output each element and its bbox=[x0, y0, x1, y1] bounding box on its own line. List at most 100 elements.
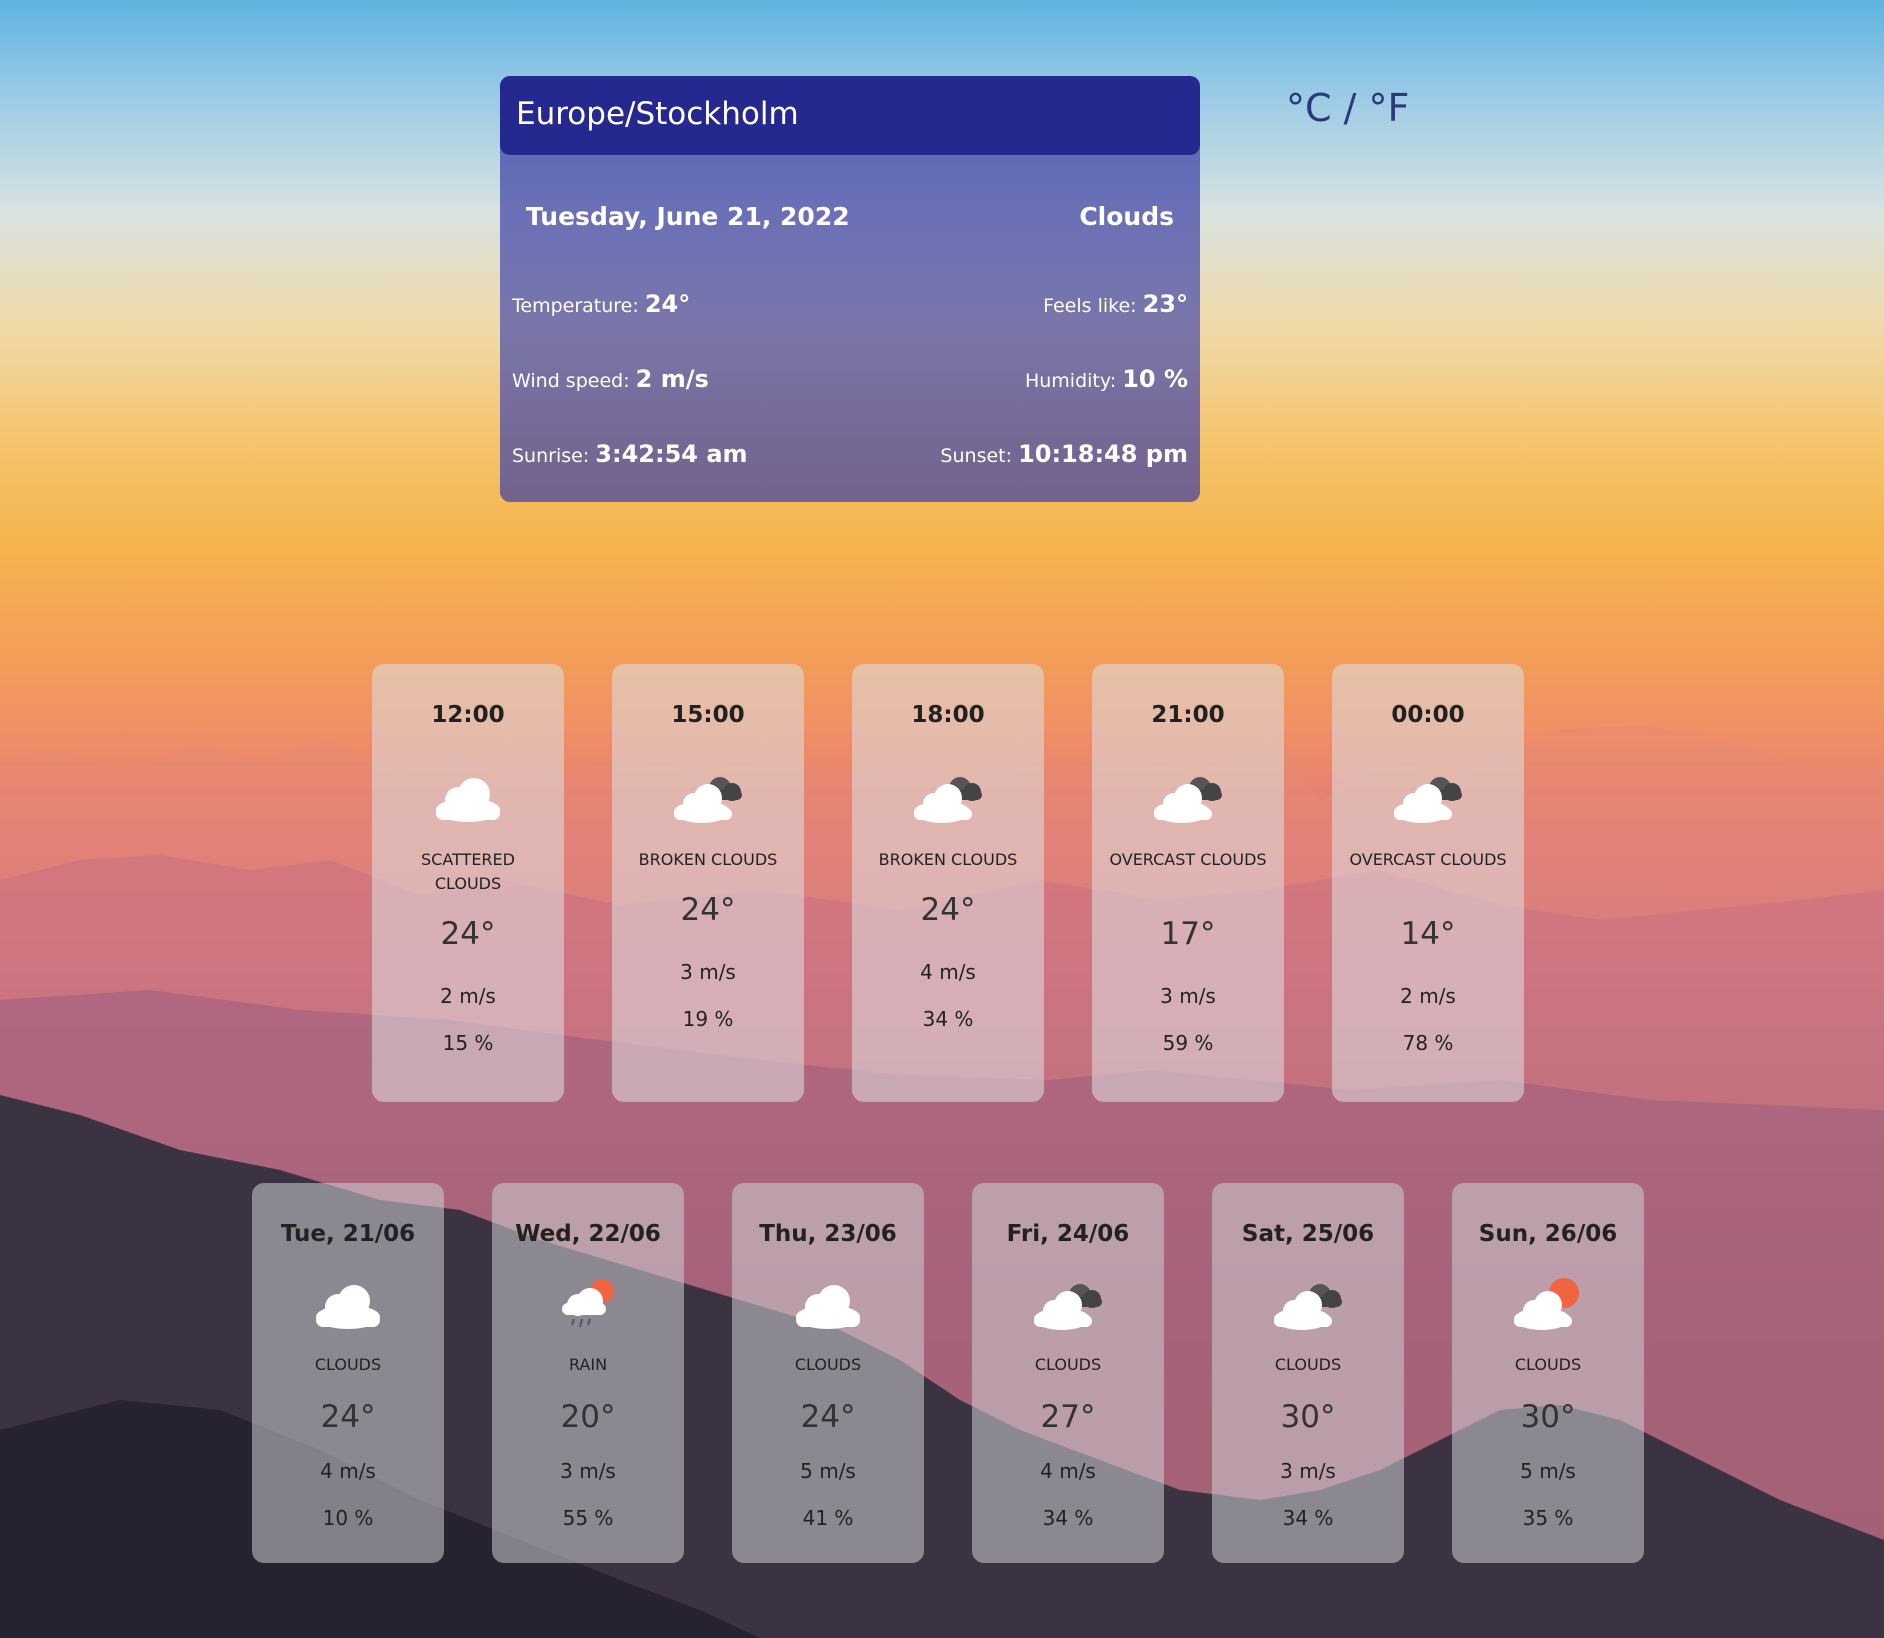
cloud-icon bbox=[428, 768, 508, 824]
sunset-label: Sunset: bbox=[940, 445, 1013, 467]
forecast-description: OVERCAST CLOUDS bbox=[1349, 850, 1507, 869]
forecast-day: Thu, 23/06 bbox=[759, 1221, 897, 1247]
daily-forecast-card: Thu, 23/06 CLOUDS 24° 5 m/s 41 % bbox=[732, 1183, 924, 1563]
broken-clouds-icon bbox=[908, 768, 988, 824]
broken-clouds-icon bbox=[1028, 1275, 1108, 1331]
feels-like-stat: Feels like: 23° bbox=[1043, 290, 1188, 318]
broken-clouds-icon bbox=[1388, 768, 1468, 824]
date-row: Tuesday, June 21, 2022 Clouds bbox=[526, 202, 1174, 238]
hourly-forecast-card: 21:00 OVERCAST CLOUDS 17° 3 m/s 59 % bbox=[1092, 664, 1284, 1102]
forecast-wind: 5 m/s bbox=[800, 1459, 856, 1483]
daily-forecast-card: Sun, 26/06 CLOUDS 30° 5 m/s 35 % bbox=[1452, 1183, 1644, 1563]
sunset-value: 10:18:48 pm bbox=[1018, 440, 1188, 468]
forecast-day: Wed, 22/06 bbox=[515, 1221, 661, 1247]
cloud-icon bbox=[308, 1275, 388, 1331]
forecast-time: 21:00 bbox=[1151, 702, 1225, 728]
sunset-stat: Sunset: 10:18:48 pm bbox=[940, 440, 1188, 468]
forecast-humidity: 35 % bbox=[1522, 1506, 1574, 1530]
forecast-humidity: 78 % bbox=[1402, 1031, 1454, 1055]
location-header: Europe/Stockholm bbox=[500, 76, 1200, 155]
unit-toggle[interactable]: °C / °F bbox=[1286, 86, 1409, 130]
forecast-day: Sat, 25/06 bbox=[1241, 1221, 1375, 1247]
forecast-description: CLOUDS bbox=[1274, 1355, 1342, 1374]
forecast-description: SCATTERED CLOUDS bbox=[421, 850, 515, 893]
forecast-time: 00:00 bbox=[1391, 702, 1465, 728]
hourly-forecast-card: 00:00 OVERCAST CLOUDS 14° 2 m/s 78 % bbox=[1332, 664, 1524, 1102]
city-name: Europe/Stockholm bbox=[516, 96, 799, 132]
temperature-value: 24° bbox=[644, 290, 691, 318]
forecast-time: 15:00 bbox=[671, 702, 745, 728]
current-condition: Clouds bbox=[1079, 202, 1174, 231]
forecast-wind: 3 m/s bbox=[1280, 1459, 1336, 1483]
forecast-wind: 3 m/s bbox=[560, 1459, 616, 1483]
forecast-description: CLOUDS bbox=[1514, 1355, 1582, 1374]
forecast-wind: 4 m/s bbox=[320, 1459, 376, 1483]
wind-label: Wind speed: bbox=[512, 370, 630, 392]
daily-forecast-card: Fri, 24/06 CLOUDS 27° 4 m/s 34 % bbox=[972, 1183, 1164, 1563]
sunrise-stat: Sunrise: 3:42:54 am bbox=[512, 440, 748, 468]
feels-like-value: 23° bbox=[1142, 290, 1188, 318]
forecast-humidity: 41 % bbox=[802, 1506, 854, 1530]
forecast-description: BROKEN CLOUDS bbox=[878, 850, 1018, 869]
wind-stat: Wind speed: 2 m/s bbox=[512, 365, 709, 393]
forecast-humidity: 59 % bbox=[1162, 1031, 1214, 1055]
daily-forecast-card: Sat, 25/06 CLOUDS 30° 3 m/s 34 % bbox=[1212, 1183, 1404, 1563]
forecast-time: 12:00 bbox=[431, 702, 505, 728]
hourly-forecast-card: 15:00 BROKEN CLOUDS 24° 3 m/s 19 % bbox=[612, 664, 804, 1102]
forecast-temperature: 30° bbox=[1520, 1399, 1576, 1435]
forecast-temperature: 24° bbox=[920, 892, 976, 928]
forecast-description: CLOUDS bbox=[1034, 1355, 1102, 1374]
forecast-temperature: 20° bbox=[560, 1399, 616, 1435]
forecast-wind: 2 m/s bbox=[1400, 984, 1456, 1008]
forecast-day: Sun, 26/06 bbox=[1478, 1221, 1618, 1247]
forecast-description: OVERCAST CLOUDS bbox=[1109, 850, 1267, 869]
feels-like-label: Feels like: bbox=[1043, 295, 1137, 317]
forecast-humidity: 34 % bbox=[1282, 1506, 1334, 1530]
temperature-label: Temperature: bbox=[512, 295, 639, 317]
current-weather-card: Europe/Stockholm Tuesday, June 21, 2022 … bbox=[500, 76, 1200, 502]
forecast-humidity: 19 % bbox=[682, 1007, 734, 1031]
forecast-temperature: 14° bbox=[1400, 916, 1456, 952]
forecast-temperature: 24° bbox=[800, 1399, 856, 1435]
forecast-temperature: 27° bbox=[1040, 1399, 1096, 1435]
forecast-humidity: 55 % bbox=[562, 1506, 614, 1530]
humidity-stat: Humidity: 10 % bbox=[1025, 365, 1188, 393]
hourly-forecast-card: 12:00 SCATTERED CLOUDS 24° 2 m/s 15 % bbox=[372, 664, 564, 1102]
forecast-description: CLOUDS bbox=[314, 1355, 382, 1374]
forecast-temperature: 24° bbox=[680, 892, 736, 928]
sun-cloud-icon bbox=[1508, 1275, 1588, 1331]
forecast-description: CLOUDS bbox=[794, 1355, 862, 1374]
forecast-humidity: 34 % bbox=[1042, 1506, 1094, 1530]
temperature-stat: Temperature: 24° bbox=[512, 290, 690, 318]
forecast-wind: 3 m/s bbox=[1160, 984, 1216, 1008]
forecast-time: 18:00 bbox=[911, 702, 985, 728]
forecast-wind: 4 m/s bbox=[920, 960, 976, 984]
wind-value: 2 m/s bbox=[635, 365, 709, 393]
forecast-wind: 3 m/s bbox=[680, 960, 736, 984]
daily-forecast-card: Tue, 21/06 CLOUDS 24° 4 m/s 10 % bbox=[252, 1183, 444, 1563]
hourly-forecast-card: 18:00 BROKEN CLOUDS 24° 4 m/s 34 % bbox=[852, 664, 1044, 1102]
rain-sun-icon bbox=[548, 1275, 628, 1331]
forecast-humidity: 15 % bbox=[442, 1031, 494, 1055]
current-date: Tuesday, June 21, 2022 bbox=[526, 202, 850, 231]
forecast-day: Fri, 24/06 bbox=[1006, 1221, 1130, 1247]
forecast-humidity: 10 % bbox=[322, 1506, 374, 1530]
daily-forecast-card: Wed, 22/06 RAIN 20° 3 m/s 55 % bbox=[492, 1183, 684, 1563]
forecast-temperature: 24° bbox=[320, 1399, 376, 1435]
forecast-temperature: 17° bbox=[1160, 916, 1216, 952]
sunrise-value: 3:42:54 am bbox=[595, 440, 748, 468]
forecast-temperature: 30° bbox=[1280, 1399, 1336, 1435]
forecast-temperature: 24° bbox=[440, 916, 496, 952]
broken-clouds-icon bbox=[1148, 768, 1228, 824]
forecast-wind: 2 m/s bbox=[440, 984, 496, 1008]
forecast-description: RAIN bbox=[568, 1355, 608, 1374]
broken-clouds-icon bbox=[1268, 1275, 1348, 1331]
forecast-description: BROKEN CLOUDS bbox=[638, 850, 778, 869]
forecast-humidity: 34 % bbox=[922, 1007, 974, 1031]
humidity-label: Humidity: bbox=[1024, 370, 1117, 392]
forecast-day: Tue, 21/06 bbox=[280, 1221, 416, 1247]
forecast-wind: 4 m/s bbox=[1040, 1459, 1096, 1483]
humidity-value: 10 % bbox=[1122, 365, 1188, 393]
sunrise-label: Sunrise: bbox=[512, 445, 590, 467]
broken-clouds-icon bbox=[668, 768, 748, 824]
